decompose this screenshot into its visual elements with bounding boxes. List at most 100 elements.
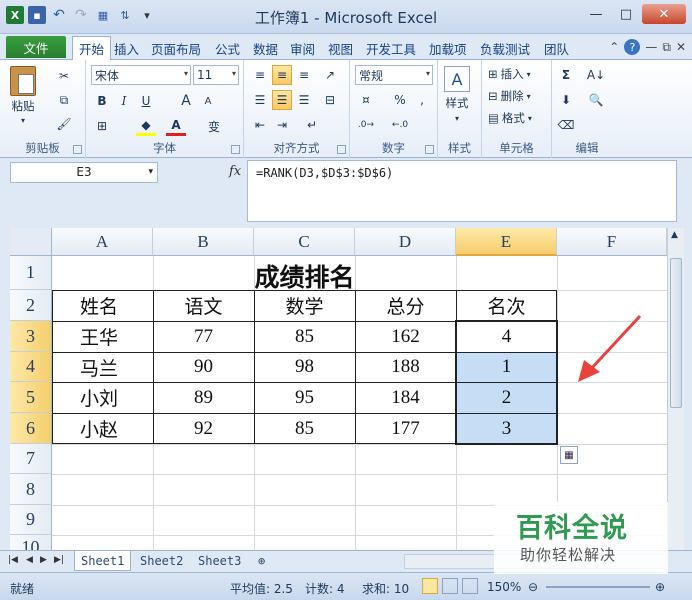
align-center-icon[interactable]: ☰ (272, 90, 292, 110)
next-sheet-icon[interactable]: ▶ (40, 555, 47, 565)
zoom-level[interactable]: 150% (487, 580, 521, 594)
row-header-9[interactable]: 9 (10, 505, 52, 535)
select-all-button[interactable] (10, 228, 52, 256)
tab-home[interactable]: 开始 (72, 36, 112, 60)
paste-button[interactable]: 粘贴 ▾ (10, 66, 36, 125)
orientation-icon[interactable]: ↗ (320, 65, 340, 85)
tab-developer[interactable]: 开发工具 (366, 37, 416, 59)
currency-icon[interactable]: ¤ (356, 90, 376, 110)
row-header-10[interactable]: 10 (10, 535, 52, 550)
decrease-decimal-icon[interactable]: ←.0 (390, 115, 410, 135)
font-launcher[interactable] (231, 145, 240, 154)
zoom-out-icon[interactable]: ⊖ (528, 580, 538, 594)
minimize-button[interactable]: — (582, 4, 610, 24)
col-header-a[interactable]: A (52, 228, 153, 256)
tab-file[interactable]: 文件 (6, 36, 66, 58)
table-cell[interactable]: 小赵 (52, 413, 153, 444)
header-cell[interactable]: 姓名 (52, 290, 153, 321)
align-middle-icon[interactable]: ≡ (272, 65, 292, 85)
first-sheet-icon[interactable]: |◀ (8, 555, 18, 565)
increase-decimal-icon[interactable]: .0→ (356, 115, 376, 135)
format-brush-icon[interactable]: 🖌 (54, 114, 74, 134)
styles-button[interactable]: A 样式 ▾ (444, 66, 470, 123)
help-icon[interactable]: ? (624, 39, 641, 55)
tab-insert[interactable]: 插入 (114, 37, 139, 59)
table-cell[interactable]: 177 (355, 413, 456, 444)
align-bottom-icon[interactable]: ≡ (294, 65, 314, 85)
underline-button[interactable]: U (136, 91, 156, 111)
tab-data[interactable]: 数据 (253, 37, 278, 59)
insert-function-icon[interactable]: fx (229, 164, 241, 179)
vertical-scrollbar[interactable]: ▲ (667, 228, 684, 550)
scroll-up-icon[interactable]: ▲ (671, 230, 678, 240)
merge-center-icon[interactable]: ⊟ (320, 90, 340, 110)
clipboard-launcher[interactable] (73, 145, 82, 154)
page-layout-view-icon[interactable] (442, 578, 458, 594)
tab-load-test[interactable]: 负载测试 (480, 37, 530, 59)
fill-icon[interactable]: ⬇ (556, 90, 576, 110)
percent-button[interactable]: % (390, 90, 410, 110)
close-button[interactable]: ✕ (642, 4, 686, 24)
bold-button[interactable]: B (92, 91, 112, 111)
table-cell[interactable]: 89 (153, 382, 254, 413)
cut-icon[interactable]: ✂ (54, 66, 74, 86)
row-header-2[interactable]: 2 (10, 290, 52, 321)
header-cell[interactable]: 总分 (355, 290, 456, 321)
font-name-combo[interactable]: 宋体 ▾ (91, 65, 191, 85)
row-header-7[interactable]: 7 (10, 444, 52, 474)
table-cell[interactable]: 188 (355, 352, 456, 382)
maximize-button[interactable]: □ (612, 4, 640, 24)
italic-button[interactable]: I (114, 91, 134, 111)
align-right-icon[interactable]: ☰ (294, 90, 314, 110)
table-cell[interactable]: 77 (153, 321, 254, 352)
last-sheet-icon[interactable]: ▶| (54, 555, 64, 565)
col-header-c[interactable]: C (254, 228, 355, 256)
sheet-tab-3[interactable]: Sheet3 (192, 551, 247, 571)
align-left-icon[interactable]: ☰ (250, 90, 270, 110)
copy-icon[interactable]: ⧉ (54, 90, 74, 110)
table-cell[interactable]: 王华 (52, 321, 153, 352)
paste-options-icon[interactable]: ▦ (560, 446, 578, 464)
format-cells-button[interactable]: ▤ 格式 ▾ (488, 110, 532, 126)
alignment-launcher[interactable] (337, 145, 346, 154)
zoom-slider[interactable] (546, 586, 650, 588)
tab-review[interactable]: 审阅 (290, 37, 315, 59)
sheet-tab-1[interactable]: Sheet1 (74, 551, 132, 571)
increase-indent-icon[interactable]: ⇥ (272, 115, 292, 135)
header-cell[interactable]: 数学 (254, 290, 355, 321)
header-cell[interactable]: 语文 (153, 290, 254, 321)
ribbon-collapse-icon[interactable]: ⌃ (609, 40, 619, 54)
font-size-combo[interactable]: 11 ▾ (193, 65, 239, 85)
row-header-8[interactable]: 8 (10, 474, 52, 505)
table-cell[interactable]: 马兰 (52, 352, 153, 382)
clear-icon[interactable]: ⌫ (556, 115, 576, 135)
number-format-combo[interactable]: 常规 ▾ (355, 65, 433, 85)
tab-team[interactable]: 团队 (544, 37, 569, 59)
delete-cells-button[interactable]: ⊟ 删除 ▾ (488, 88, 531, 104)
phonetic-button[interactable]: 变 (204, 116, 224, 136)
formula-input[interactable]: =RANK(D3,$D$3:$D$6) (247, 160, 677, 222)
table-cell[interactable]: 162 (355, 321, 456, 352)
fill-color-icon[interactable]: ◆ (136, 116, 156, 136)
sort-filter-icon[interactable]: A↓ (586, 65, 606, 85)
name-box[interactable]: E3 ▾ (10, 162, 158, 183)
font-color-icon[interactable]: A (166, 116, 186, 136)
row-header-3[interactable]: 3 (10, 321, 52, 352)
doc-minimize-icon[interactable]: — (645, 40, 657, 54)
normal-view-icon[interactable] (422, 578, 438, 594)
table-cell[interactable]: 184 (355, 382, 456, 413)
table-cell[interactable]: 85 (254, 413, 355, 444)
doc-restore-icon[interactable]: ⧉ (662, 40, 671, 55)
number-launcher[interactable] (425, 145, 434, 154)
grow-font-button[interactable]: A (176, 91, 196, 111)
align-top-icon[interactable]: ≡ (250, 65, 270, 85)
prev-sheet-icon[interactable]: ◀ (26, 555, 33, 565)
find-select-icon[interactable]: 🔍 (586, 90, 606, 110)
comma-button[interactable]: , (412, 90, 432, 110)
table-cell[interactable]: 85 (254, 321, 355, 352)
tab-page-layout[interactable]: 页面布局 (151, 37, 201, 59)
insert-cells-button[interactable]: ⊞ 插入 ▾ (488, 66, 531, 82)
col-header-b[interactable]: B (153, 228, 254, 256)
zoom-in-icon[interactable]: ⊕ (655, 580, 665, 594)
scroll-thumb[interactable] (670, 258, 682, 408)
